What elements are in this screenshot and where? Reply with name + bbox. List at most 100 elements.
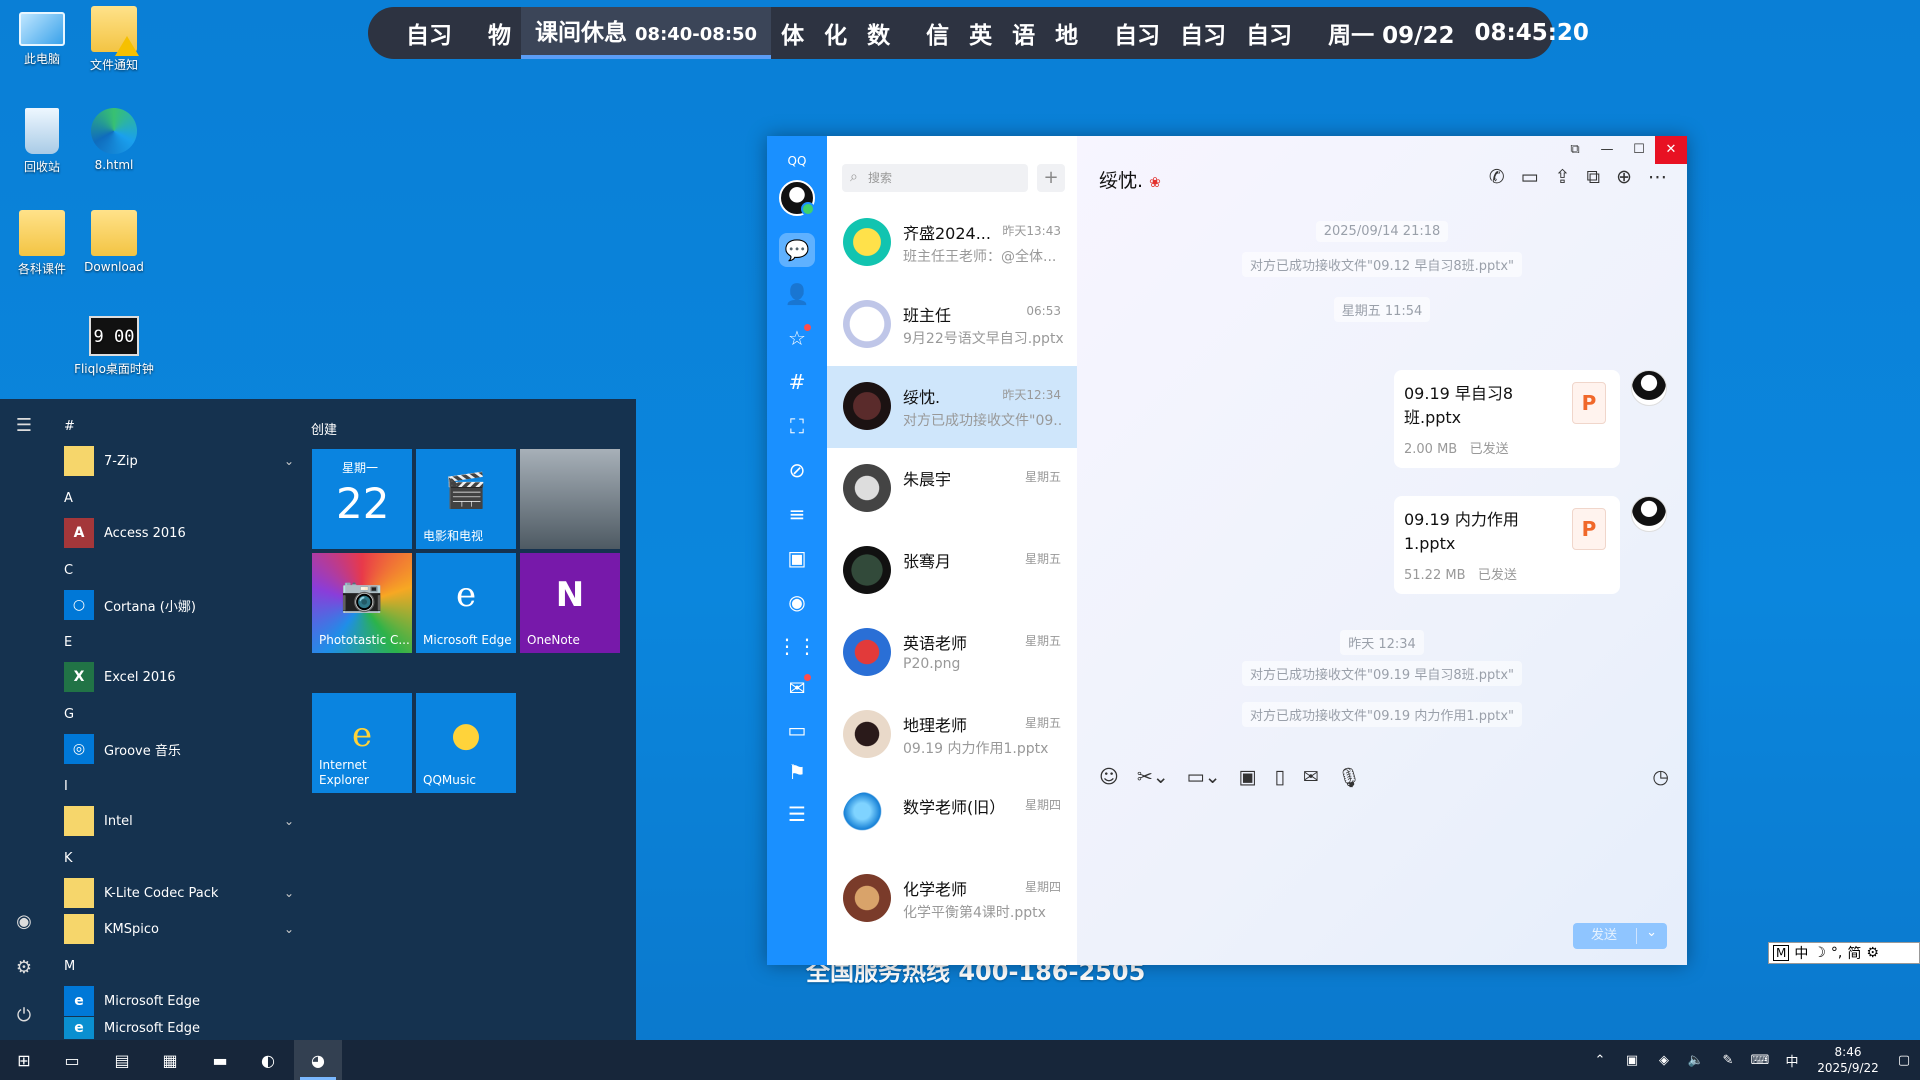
game-nav[interactable]: ▣ (767, 536, 827, 580)
messages-nav[interactable]: 💬 (767, 228, 827, 272)
qqmusic-tile[interactable]: ● QQMusic (416, 693, 516, 793)
keyboard-icon[interactable]: ⌨ (1744, 1053, 1776, 1068)
conversation-item[interactable]: 张骞月 星期五 (827, 530, 1077, 612)
microphone-icon[interactable]: 🎙 (1337, 766, 1361, 789)
minimize-button[interactable]: — (1591, 136, 1623, 164)
movies-tile[interactable]: 🎬 电影和电视 (416, 449, 516, 549)
letter-header[interactable]: M (64, 959, 75, 974)
more-icon[interactable]: ⋯ (1648, 166, 1667, 188)
desktop-icon-download[interactable]: Download (72, 210, 156, 274)
conversation-item[interactable]: 地理老师 星期五 09.19 内力作用1.pptx (827, 694, 1077, 776)
search-input[interactable]: 搜索 (842, 163, 1028, 192)
moon-icon[interactable]: ☽ (1813, 945, 1826, 961)
network-icon[interactable]: ▣ (1616, 1053, 1648, 1068)
punctuation-icon[interactable]: °, (1831, 945, 1842, 961)
remote-assist-icon[interactable]: ⧉ (1587, 166, 1601, 188)
chevron-down-icon[interactable]: ⌄ (284, 886, 294, 900)
apps-nav[interactable]: ⋮⋮ (767, 624, 827, 668)
desktop-icon-file-notice[interactable]: 文件通知 (72, 6, 156, 73)
app-item[interactable]: KMSpico ⌄ (64, 913, 294, 945)
qq-penguin-avatar[interactable] (1631, 370, 1667, 406)
conversation-item-selected[interactable]: 绥忱. 昨天12:34 对方已成功接收文件"09... (827, 366, 1077, 448)
edge-icon[interactable]: ◐ (244, 1040, 292, 1080)
conversation-item[interactable]: 化学老师 星期四 化学平衡第4课时.pptx (827, 858, 1077, 940)
bookmark-nav[interactable]: ⚑ (767, 750, 827, 794)
image-icon[interactable]: ▣ (1239, 766, 1257, 789)
chevron-down-icon[interactable]: ⌄ (284, 454, 294, 468)
edge-tile[interactable]: e Microsoft Edge (416, 553, 516, 653)
conversation-item[interactable]: 数学老师(旧） 星期四 (827, 776, 1077, 858)
pen-icon[interactable]: ✎ (1712, 1053, 1744, 1068)
desktop-icon-8-html[interactable]: 8.html (72, 108, 156, 172)
shake-icon[interactable]: ▯ (1274, 766, 1284, 789)
menu-nav[interactable]: ☰ (767, 792, 827, 836)
red-packet-icon[interactable]: ✉ (1303, 766, 1319, 789)
maximize-button[interactable]: ☐ (1623, 136, 1655, 164)
app-item[interactable]: K-Lite Codec Pack ⌄ (64, 877, 294, 909)
letter-header[interactable]: # (64, 419, 75, 434)
gear-icon[interactable]: ⚙ (1866, 945, 1879, 961)
chevron-down-icon[interactable]: ⌄ (284, 814, 294, 828)
my-avatar[interactable] (779, 180, 815, 216)
volume-icon[interactable]: 🔈 (1680, 1053, 1712, 1068)
app-icon[interactable]: ▤ (98, 1040, 146, 1080)
qq-penguin-avatar[interactable] (1631, 496, 1667, 532)
emoji-icon[interactable]: ☺ (1099, 766, 1119, 789)
conversation-item[interactable]: 班主任 06:53 9月22号语文早自习.pptx (827, 284, 1077, 366)
app-item[interactable]: X Excel 2016 (64, 661, 294, 693)
channels-nav[interactable]: # (767, 360, 827, 404)
folder-icon[interactable]: ▭⌄ (1187, 766, 1221, 789)
contacts-nav[interactable]: 👤 (767, 272, 827, 316)
user-account-icon[interactable]: ◉ (0, 911, 48, 932)
close-button[interactable]: ✕ (1655, 136, 1687, 164)
security-icon[interactable]: ◈ (1648, 1053, 1680, 1068)
taskbar-clock[interactable]: 8:46 2025/9/22 (1808, 1044, 1888, 1076)
conversation-item[interactable]: 英语老师 星期五 P20.png (827, 612, 1077, 694)
files-nav[interactable]: ▭ (767, 708, 827, 752)
letter-header[interactable]: K (64, 851, 73, 866)
add-button[interactable]: + (1037, 164, 1065, 192)
file-message[interactable]: 09.19 内力作用1.pptx P 51.22 MB 已发送 (1394, 496, 1620, 594)
app-item[interactable]: ◎ Groove 音乐 (64, 733, 294, 765)
phone-icon[interactable]: ✆ (1489, 166, 1505, 188)
link-nav[interactable]: ⊘ (767, 448, 827, 492)
app-icon[interactable]: ▦ (146, 1040, 194, 1080)
notification-icon[interactable]: ▢ (1888, 1053, 1920, 1068)
chevron-down-icon[interactable]: ⌄ (284, 922, 294, 936)
conversation-item[interactable]: 朱晨宇 星期五 (827, 448, 1077, 530)
letter-header[interactable]: A (64, 491, 73, 506)
mail-nav[interactable]: ✉ (767, 666, 827, 710)
letter-header[interactable]: E (64, 635, 72, 650)
ie-tile[interactable]: e Internet Explorer (312, 693, 412, 793)
pin-icon[interactable]: ⧉ (1559, 136, 1591, 164)
qq-taskbar-icon[interactable]: ◕ (294, 1040, 342, 1080)
add-member-icon[interactable]: ⊕ (1616, 166, 1632, 188)
hamburger-menu-icon[interactable]: ☰ (0, 415, 48, 436)
desktop-icon-fliqlo[interactable]: 9 00 Fliqlo桌面时钟 (72, 316, 156, 377)
ime-toolbar[interactable]: M 中 ☽ °, 简 ⚙ (1768, 942, 1920, 964)
letter-header[interactable]: I (64, 779, 68, 794)
app-item[interactable]: A Access 2016 (64, 517, 294, 549)
conversation-item[interactable]: 齐盛2024... 昨天13:43 班主任王老师：@全体... (827, 202, 1077, 284)
screenshot-scissors-icon[interactable]: ✂⌄ (1137, 766, 1169, 789)
history-clock-icon[interactable]: ◷ (1652, 766, 1669, 789)
windows-start-icon[interactable]: ⊞ (0, 1040, 48, 1080)
letter-header[interactable]: G (64, 707, 74, 722)
app-item[interactable]: e Microsoft Edge (64, 1017, 294, 1039)
ime-indicator[interactable]: 中 (1776, 1051, 1808, 1070)
app-item[interactable]: 7-Zip ⌄ (64, 445, 294, 477)
file-message[interactable]: 09.19 早自习8班.pptx P 2.00 MB 已发送 (1394, 370, 1620, 468)
app-item[interactable]: Intel ⌄ (64, 805, 294, 837)
phototastic-tile[interactable]: 📷 Phototastic C... (312, 553, 412, 653)
photo-tile[interactable] (520, 449, 620, 549)
video-call-icon[interactable]: ▭ (1521, 166, 1539, 188)
app-item[interactable]: ○ Cortana (小娜) (64, 589, 294, 621)
app-item[interactable]: e Microsoft Edge (64, 985, 294, 1017)
docs-nav[interactable]: ≡ (767, 492, 827, 536)
screen-share-icon[interactable]: ⇪ (1555, 166, 1571, 188)
file-explorer-icon[interactable]: ▬ (196, 1040, 244, 1080)
zone-nav[interactable]: ⛶ (767, 404, 827, 448)
task-view-icon[interactable]: ▭ (48, 1040, 96, 1080)
power-icon[interactable]: ⏻ (0, 1005, 48, 1026)
favorites-nav[interactable]: ☆ (767, 316, 827, 360)
